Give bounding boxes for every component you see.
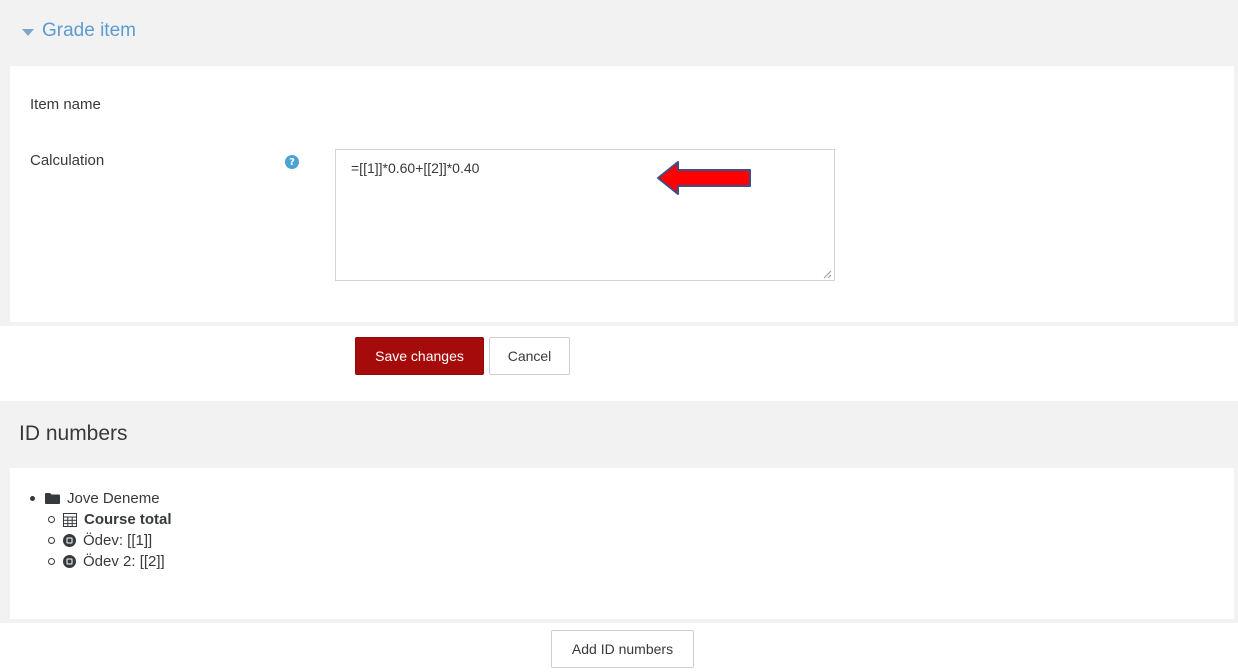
bullet-disc-icon [30,496,35,501]
calculation-label: Calculation [30,152,105,169]
tree-item-odev-2: Ödev 2: [[2]] [48,551,172,572]
grade-item-legend[interactable]: Grade item [22,20,136,42]
grade-item-card: Item name Calculation ? =[[1]]*0.60+[[2]… [10,66,1234,322]
grade-item-section: Grade item Item name Calculation ? =[[1]… [0,0,1238,326]
id-numbers-tree: Jove Deneme Course total Ödev: [[1]] Öde… [30,488,172,572]
id-numbers-section: ID numbers Jove Deneme Course total Ödev… [0,401,1238,623]
cancel-button[interactable]: Cancel [489,337,570,375]
calculation-textarea[interactable]: =[[1]]*0.60+[[2]]*0.40 [335,149,835,281]
folder-icon [45,493,60,504]
bullet-circle-icon [48,537,55,544]
add-id-numbers-button[interactable]: Add ID numbers [551,630,694,668]
grade-item-legend-text: Grade item [42,20,136,41]
tree-item-label: Ödev 2: [[2]] [83,553,165,570]
red-arrow-annotation [657,161,751,195]
id-numbers-card: Jove Deneme Course total Ödev: [[1]] Öde… [10,468,1234,619]
bullet-circle-icon [48,558,55,565]
resize-grip-icon[interactable] [822,269,832,279]
tree-item-odev-1: Ödev: [[1]] [48,530,172,551]
collapse-triangle-icon [22,28,34,36]
item-name-label: Item name [30,96,101,113]
bullet-circle-icon [48,516,55,523]
assignment-icon [63,555,76,568]
tree-root-item: Jove Deneme [30,488,172,509]
help-icon[interactable]: ? [285,155,299,169]
tree-root-label: Jove Deneme [67,490,160,507]
assignment-icon [63,534,76,547]
save-changes-button[interactable]: Save changes [355,337,484,375]
tree-item-label: Course total [84,511,172,528]
id-numbers-title: ID numbers [19,422,128,445]
tree-item-label: Ödev: [[1]] [83,532,153,549]
tree-item-course-total: Course total [48,509,172,530]
calculator-icon [63,512,77,527]
